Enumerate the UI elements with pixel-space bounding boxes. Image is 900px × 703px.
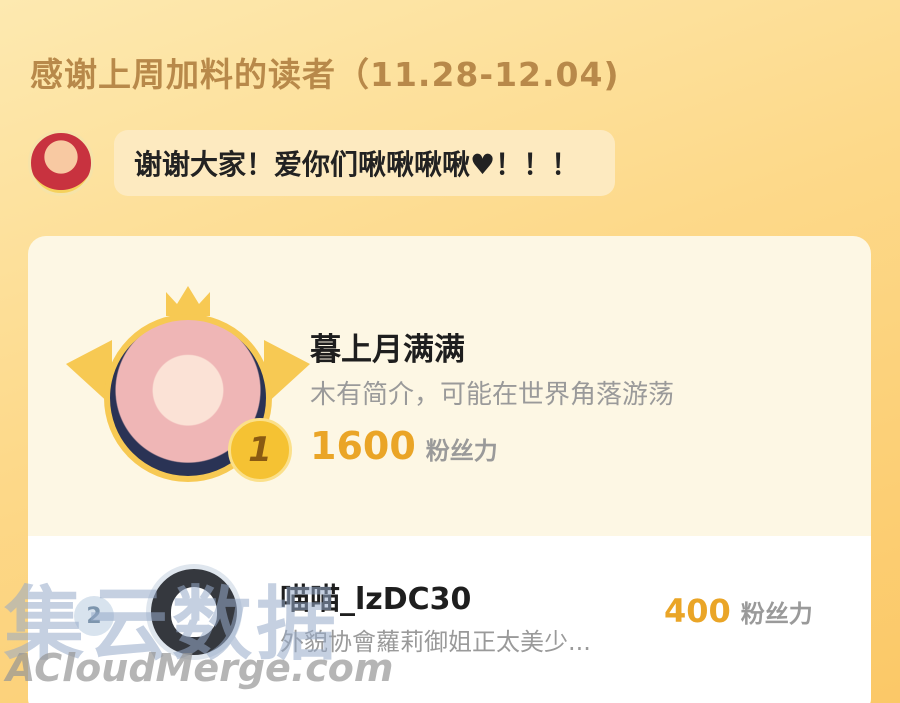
reader-intro: 木有简介，可能在世界角落游荡 bbox=[310, 380, 675, 410]
reader-name[interactable]: 暮上月满满 bbox=[310, 324, 465, 369]
crown-icon bbox=[166, 286, 210, 316]
rank-badge: 1 bbox=[228, 418, 292, 482]
page-title: 感谢上周加料的读者（11.28-12.04) bbox=[30, 55, 620, 94]
author-avatar[interactable] bbox=[28, 130, 94, 196]
fan-power-unit: 粉丝力 bbox=[740, 600, 813, 628]
message-bubble: 谢谢大家！爱你们啾啾啾啾♥！！！ bbox=[114, 130, 616, 196]
watermark-en: ACloudMerge.com bbox=[6, 646, 394, 690]
fan-power-unit: 粉丝力 bbox=[425, 437, 498, 465]
fan-power: 400 粉丝力 bbox=[664, 592, 813, 630]
fan-power-value: 1600 bbox=[310, 424, 416, 468]
fan-power: 1600 粉丝力 bbox=[310, 424, 498, 468]
fan-power-value: 400 bbox=[664, 592, 731, 630]
author-message: 谢谢大家！爱你们啾啾啾啾♥！！！ bbox=[28, 130, 616, 196]
